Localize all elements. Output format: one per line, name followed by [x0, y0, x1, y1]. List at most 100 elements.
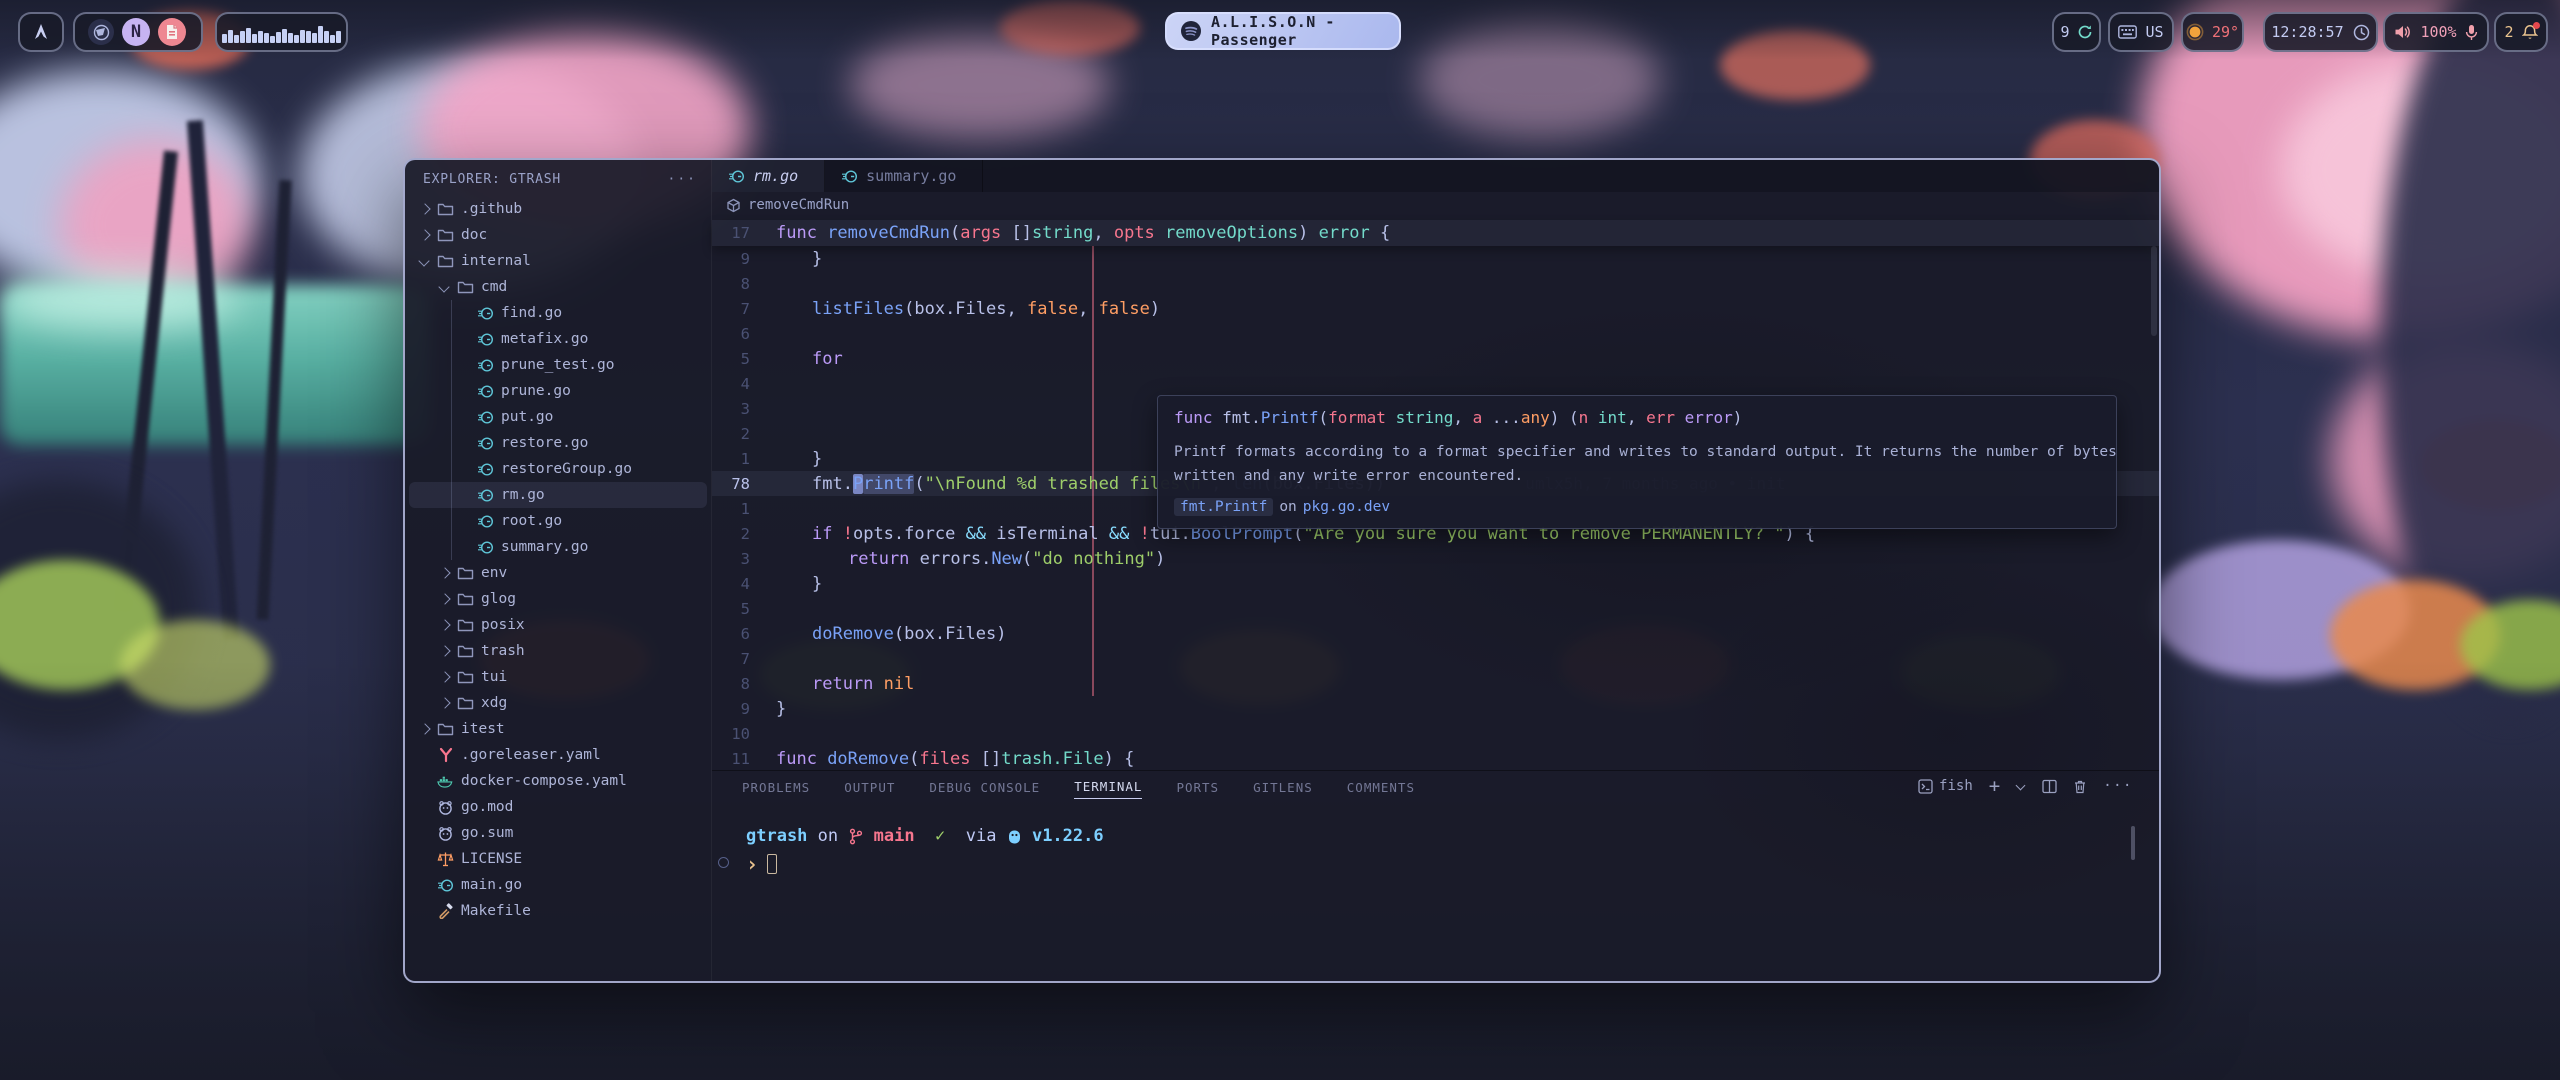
clock-widget[interactable]: 12:28:57: [2263, 12, 2378, 52]
go-icon: [477, 461, 494, 478]
code-line[interactable]: 7: [712, 646, 2159, 671]
code-line[interactable]: 8: [712, 271, 2159, 296]
docker-icon: [437, 773, 454, 790]
tree-item-root-go[interactable]: root.go: [409, 508, 707, 534]
code-token: error: [1685, 408, 1733, 427]
terminal-scrollbar[interactable]: [2131, 826, 2135, 860]
tree-item-docker-compose-yaml[interactable]: docker-compose.yaml: [409, 768, 707, 794]
panel-tab-problems[interactable]: PROBLEMS: [742, 774, 810, 799]
hover-pkg-link[interactable]: pkg.go.dev: [1303, 499, 1390, 515]
shell-selector[interactable]: fish: [1918, 778, 1973, 794]
tree-item-label: summary.go: [501, 539, 588, 555]
tree-item-restore-go[interactable]: restore.go: [409, 430, 707, 456]
tree-item-find-go[interactable]: find.go: [409, 300, 707, 326]
tab-rm-go[interactable]: rm.go: [712, 160, 825, 192]
weather-temp: 29°: [2212, 23, 2239, 41]
launcher-button[interactable]: [18, 12, 64, 52]
browser-app-icon[interactable]: [88, 19, 114, 45]
split-terminal-button[interactable]: [2042, 779, 2057, 794]
tree-item-internal[interactable]: internal: [409, 248, 707, 274]
goreleaser-icon: [437, 747, 454, 764]
documents-app-icon[interactable]: [158, 18, 186, 46]
code-line[interactable]: 8return nil: [712, 671, 2159, 696]
code-line[interactable]: 7listFiles(box.Files, false, false): [712, 296, 2159, 321]
tree-item-doc[interactable]: doc: [409, 222, 707, 248]
weather-widget[interactable]: 29°: [2181, 12, 2244, 52]
notifications-widget[interactable]: 2: [2494, 12, 2548, 52]
tree-item-posix[interactable]: posix: [409, 612, 707, 638]
tree-item-xdg[interactable]: xdg: [409, 690, 707, 716]
tree-item-env[interactable]: env: [409, 560, 707, 586]
hover-symbol-chip[interactable]: fmt.Printf: [1174, 498, 1273, 516]
code-line[interactable]: 4: [712, 371, 2159, 396]
tree-item-itest[interactable]: itest: [409, 716, 707, 742]
tree-item-metafix-go[interactable]: metafix.go: [409, 326, 707, 352]
code-line[interactable]: 5: [712, 596, 2159, 621]
hover-doc: Printf formats according to a format spe…: [1174, 440, 2100, 488]
code-line[interactable]: 5for: [712, 346, 2159, 371]
panel-tab-debug-console[interactable]: DEBUG CONSOLE: [929, 774, 1040, 799]
breadcrumb[interactable]: removeCmdRun: [712, 192, 849, 218]
now-playing-widget[interactable]: A.L.I.S.O.N - Passenger: [1165, 12, 1401, 50]
tree-item-go-mod[interactable]: go.mod: [409, 794, 707, 820]
code-line[interactable]: 10: [712, 721, 2159, 746]
line-number: 78: [712, 475, 766, 493]
panel-tab-output[interactable]: OUTPUT: [844, 774, 895, 799]
updates-widget[interactable]: 9: [2052, 12, 2101, 52]
tree-item-trash[interactable]: trash: [409, 638, 707, 664]
keyboard-layout-widget[interactable]: US: [2108, 12, 2174, 52]
clock-time: 12:28:57: [2271, 23, 2343, 41]
terminal-command-decoration[interactable]: [718, 857, 729, 868]
code-text: func doRemove(files []trash.File) {: [766, 749, 1134, 769]
tree-item--goreleaser-yaml[interactable]: .goreleaser.yaml: [409, 742, 707, 768]
tree-item-put-go[interactable]: put.go: [409, 404, 707, 430]
tree-item-prune-test-go[interactable]: prune_test.go: [409, 352, 707, 378]
tree-item-license[interactable]: LICENSE: [409, 846, 707, 872]
explorer-more-button[interactable]: ···: [668, 172, 697, 187]
tree-item-glog[interactable]: glog: [409, 586, 707, 612]
code-token: fmt.: [1222, 408, 1261, 427]
code-line[interactable]: 6: [712, 321, 2159, 346]
tree-item-go-sum[interactable]: go.sum: [409, 820, 707, 846]
code-line[interactable]: 6doRemove(box.Files): [712, 621, 2159, 646]
code-text: doRemove(box.Files): [766, 624, 1006, 644]
notes-app-icon[interactable]: N: [122, 18, 150, 46]
updates-count: 9: [2060, 23, 2069, 41]
tree-item-cmd[interactable]: cmd: [409, 274, 707, 300]
line-number: 1: [712, 500, 766, 518]
notification-dot: [2533, 22, 2540, 29]
panel-more-button[interactable]: ···: [2103, 778, 2133, 794]
tree-item-main-go[interactable]: main.go: [409, 872, 707, 898]
sticky-code-line[interactable]: 17func removeCmdRun(args []string, opts …: [712, 220, 2159, 245]
code-line[interactable]: 9}: [712, 696, 2159, 721]
new-terminal-button[interactable]: +: [1989, 775, 2000, 797]
tab-summary-go[interactable]: summary.go: [825, 160, 983, 192]
prompt-char: ›: [746, 852, 758, 876]
code-token: string: [1396, 408, 1454, 427]
line-number: 4: [712, 575, 766, 593]
code-token: return: [848, 549, 920, 569]
code-line[interactable]: 4}: [712, 571, 2159, 596]
panel-tab-gitlens[interactable]: GITLENS: [1253, 774, 1313, 799]
tree-item-makefile[interactable]: Makefile: [409, 898, 707, 924]
line-number: 3: [712, 400, 766, 418]
code-token: !: [1140, 524, 1150, 544]
tree-item-summary-go[interactable]: summary.go: [409, 534, 707, 560]
tree-item-rm-go[interactable]: rm.go: [409, 482, 707, 508]
code-line[interactable]: 3return errors.New("do nothing"): [712, 546, 2159, 571]
panel-tab-comments[interactable]: COMMENTS: [1347, 774, 1415, 799]
tree-item-prune-go[interactable]: prune.go: [409, 378, 707, 404]
code-line[interactable]: 9}: [712, 246, 2159, 271]
kill-terminal-button[interactable]: [2073, 779, 2087, 794]
code-line[interactable]: 11func doRemove(files []trash.File) {: [712, 746, 2159, 771]
audio-widget[interactable]: 100%: [2383, 12, 2489, 52]
panel-tab-terminal[interactable]: TERMINAL: [1074, 773, 1142, 799]
tree-item-restoregroup-go[interactable]: restoreGroup.go: [409, 456, 707, 482]
terminal-dropdown-chevron[interactable]: [2016, 781, 2026, 791]
editor-scrollbar[interactable]: [2151, 246, 2157, 336]
line-number: 6: [712, 325, 766, 343]
panel-tab-ports[interactable]: PORTS: [1176, 774, 1219, 799]
tree-item--github[interactable]: .github: [409, 196, 707, 222]
tree-item-tui[interactable]: tui: [409, 664, 707, 690]
now-playing-text: A.L.I.S.O.N - Passenger: [1211, 13, 1386, 49]
